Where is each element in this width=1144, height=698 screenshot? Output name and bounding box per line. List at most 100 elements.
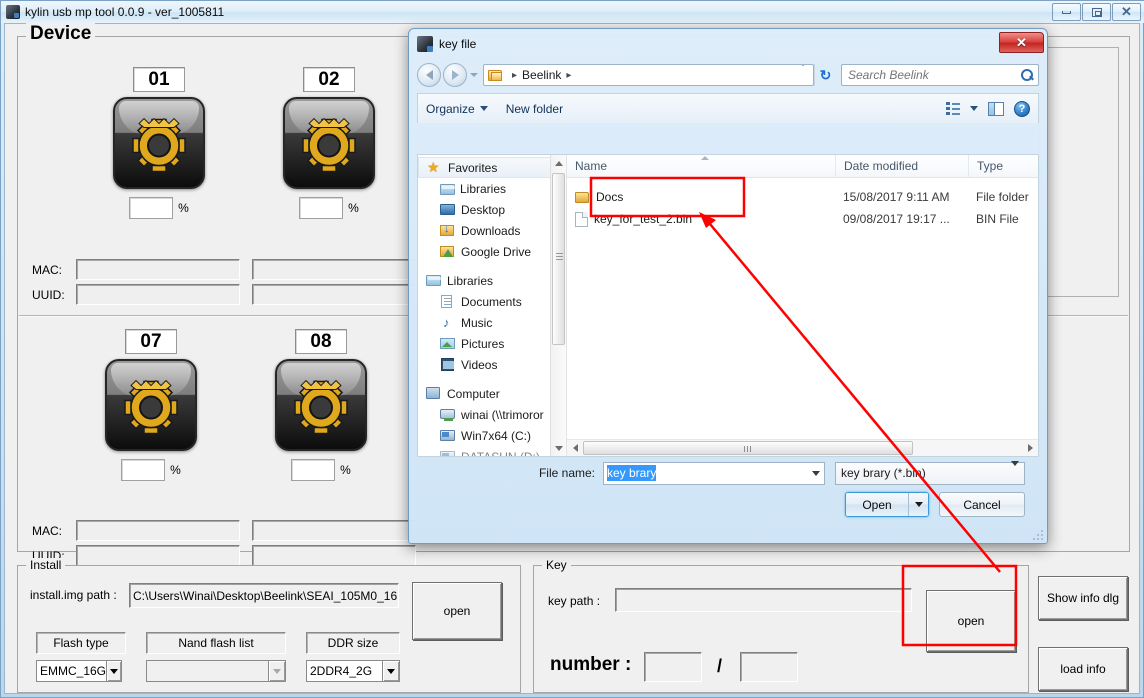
device-slot-08[interactable]: 08 % <box>258 329 384 481</box>
breadcrumb-separator[interactable]: ▸ <box>566 70 571 81</box>
nav-item-datasun-d[interactable]: DATASUN (D:) <box>418 446 566 456</box>
file-name-dropdown-icon[interactable] <box>807 463 824 484</box>
views-icon[interactable] <box>946 102 960 115</box>
chevron-down-icon[interactable] <box>106 661 121 681</box>
device-slot-02[interactable]: 02 % <box>266 67 392 219</box>
dialog-close-button[interactable]: ✕ <box>999 32 1044 53</box>
table-row[interactable]: key_for_test_2.bin 09/08/2017 19:17 ... … <box>567 208 1038 230</box>
open-button[interactable]: Open <box>845 492 929 517</box>
number-current-input[interactable] <box>644 652 702 682</box>
nav-item-videos[interactable]: Videos <box>418 354 566 375</box>
device-number-01: 01 <box>133 67 185 92</box>
nav-item-libraries-fav[interactable]: Libraries <box>418 178 566 199</box>
device-percent-input-07[interactable] <box>121 459 166 481</box>
mac-label-2: MAC: <box>32 523 62 538</box>
history-dropdown-icon[interactable] <box>467 73 481 77</box>
flash-type-label: Flash type <box>36 632 126 654</box>
address-bar[interactable]: ▸ Beelink ▸ <box>483 64 814 86</box>
device-slot-07[interactable]: 07 % <box>88 329 214 481</box>
search-input[interactable] <box>846 67 1021 83</box>
mac-input-2[interactable] <box>252 259 416 280</box>
key-path-input[interactable] <box>615 588 912 612</box>
file-type-filter-select[interactable]: key brary (*.bin) <box>835 461 1025 485</box>
nav-item-music[interactable]: ♪ Music <box>418 312 566 333</box>
nav-header-libraries[interactable]: Libraries <box>418 270 566 291</box>
mac-input-1[interactable] <box>76 259 240 280</box>
preview-pane-icon[interactable] <box>988 101 1004 116</box>
help-icon[interactable]: ? <box>1014 100 1030 117</box>
nav-header-computer[interactable]: Computer <box>418 383 566 404</box>
breadcrumb-current[interactable]: Beelink <box>522 68 561 82</box>
network-drive-icon <box>440 407 456 422</box>
new-folder-button[interactable]: New folder <box>506 102 563 116</box>
scrollbar-thumb[interactable] <box>583 440 913 455</box>
dialog-toolbar: Organize New folder ? <box>417 93 1039 123</box>
uuid-input-4[interactable] <box>252 545 416 566</box>
flash-type-select[interactable]: EMMC_16G <box>36 660 122 682</box>
scrollbar-track[interactable] <box>583 440 1022 457</box>
table-row[interactable]: Docs 15/08/2017 9:11 AM File folder <box>567 186 1038 208</box>
file-date-cell: 15/08/2017 9:11 AM <box>843 190 950 204</box>
nav-item-google-drive[interactable]: Google Drive <box>418 241 566 262</box>
dialog-body: ★ Favorites Libraries Desktop Downloads <box>417 154 1039 457</box>
dialog-resize-grip[interactable] <box>1033 530 1043 540</box>
ddr-size-select[interactable]: 2DDR4_2G <box>306 660 400 682</box>
maximize-button[interactable] <box>1082 3 1111 21</box>
device-percent-input-08[interactable] <box>291 459 336 481</box>
scroll-up-button[interactable] <box>551 155 566 171</box>
nav-item-win7x64-c[interactable]: Win7x64 (C:) <box>418 425 566 446</box>
scroll-down-button[interactable] <box>551 440 566 456</box>
device-percent-input-01[interactable] <box>129 197 174 219</box>
scroll-left-button[interactable] <box>567 440 583 457</box>
organize-button[interactable]: Organize <box>426 102 488 116</box>
scrollbar-thumb[interactable] <box>552 173 565 345</box>
device-percent-sign-01: % <box>178 201 189 215</box>
device-percent-input-02[interactable] <box>299 197 344 219</box>
close-button[interactable]: ✕ <box>1112 3 1141 21</box>
nav-item-desktop[interactable]: Desktop <box>418 199 566 220</box>
nav-item-downloads[interactable]: Downloads <box>418 220 566 241</box>
install-path-input[interactable]: C:\Users\Winai\Desktop\Beelink\SEAI_105M… <box>129 583 399 608</box>
nav-item-documents[interactable]: Documents <box>418 291 566 312</box>
navigation-list: ★ Favorites Libraries Desktop Downloads <box>418 155 566 456</box>
mac-input-3[interactable] <box>76 520 240 541</box>
search-box[interactable] <box>841 64 1039 86</box>
mac-input-4[interactable] <box>252 520 416 541</box>
device-slot-01[interactable]: 01 % <box>96 67 222 219</box>
number-total-input[interactable] <box>740 652 798 682</box>
chevron-down-icon[interactable] <box>970 106 978 111</box>
uuid-input-2[interactable] <box>252 284 416 305</box>
minimize-button[interactable] <box>1052 3 1081 21</box>
uuid-input-1[interactable] <box>76 284 240 305</box>
navigation-pane-scrollbar[interactable] <box>550 155 566 456</box>
file-list-horizontal-scrollbar[interactable] <box>567 439 1038 456</box>
install-open-button[interactable]: open <box>412 582 502 640</box>
install-group-title: Install <box>26 558 66 572</box>
load-info-button[interactable]: load info <box>1038 647 1128 691</box>
sort-ascending-icon <box>701 155 709 160</box>
chevron-down-icon[interactable] <box>268 661 285 681</box>
forward-button[interactable] <box>443 63 467 87</box>
column-header-date-modified[interactable]: Date modified <box>835 154 968 178</box>
nav-item-winai-network[interactable]: winai (\\trimoror <box>418 404 566 425</box>
column-header-type[interactable]: Type <box>968 154 1038 178</box>
nav-item-favorites[interactable]: ★ Favorites <box>418 157 566 178</box>
key-open-button[interactable]: open <box>926 590 1016 652</box>
show-info-dlg-button[interactable]: Show info dlg <box>1038 576 1128 620</box>
chevron-down-icon[interactable] <box>382 661 399 681</box>
scroll-right-button[interactable] <box>1022 440 1038 457</box>
folder-icon <box>440 244 456 259</box>
nand-flash-select[interactable] <box>146 660 286 682</box>
nav-item-label: Videos <box>461 357 498 372</box>
address-dropdown-icon[interactable] <box>799 65 807 84</box>
column-header-name[interactable]: Name <box>567 155 835 178</box>
open-dropdown-icon[interactable] <box>908 493 928 516</box>
key-group-title: Key <box>542 558 571 572</box>
cancel-button[interactable]: Cancel <box>939 492 1025 517</box>
refresh-icon[interactable]: ↻ <box>814 64 836 86</box>
device-icon-08 <box>275 359 367 451</box>
back-button[interactable] <box>417 63 441 87</box>
nav-item-pictures[interactable]: Pictures <box>418 333 566 354</box>
uuid-input-3[interactable] <box>76 545 240 566</box>
file-name-input[interactable]: key brary <box>603 461 825 485</box>
